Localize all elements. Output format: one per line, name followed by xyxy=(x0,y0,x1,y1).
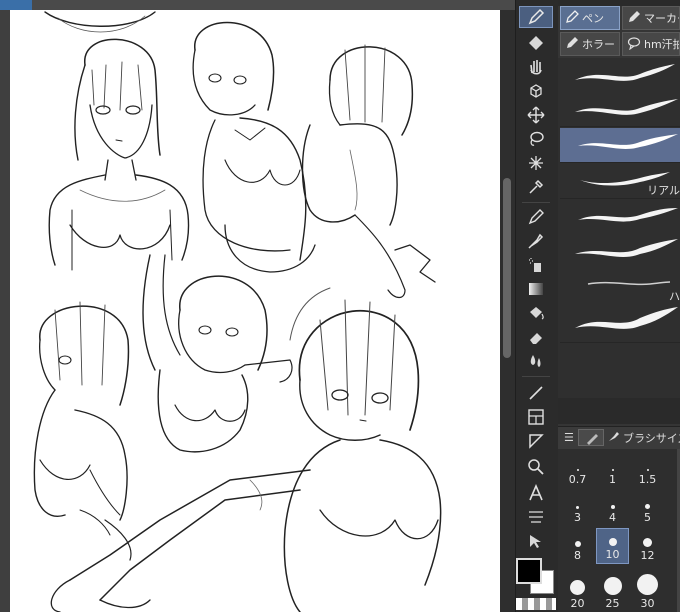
operation-icon[interactable] xyxy=(519,530,553,552)
subtool-tab-horror[interactable]: ホラー xyxy=(560,32,620,56)
brush-stroke-preview xyxy=(575,239,678,257)
brush-icon[interactable] xyxy=(519,230,553,252)
brush-list-footer xyxy=(558,398,680,424)
brush-stroke-preview xyxy=(578,208,678,222)
size-option[interactable]: 1 xyxy=(596,452,629,488)
lasso-icon[interactable] xyxy=(519,128,553,150)
drawing-canvas[interactable] xyxy=(10,10,500,612)
blend-icon[interactable] xyxy=(519,350,553,372)
ruler-icon[interactable] xyxy=(519,430,553,452)
frame-icon[interactable] xyxy=(519,406,553,428)
brush-item[interactable] xyxy=(560,92,680,127)
object-select-icon[interactable] xyxy=(519,80,553,102)
brush-item[interactable] xyxy=(560,302,680,343)
text-icon[interactable] xyxy=(519,482,553,504)
size-option[interactable]: 1.5 xyxy=(631,452,664,488)
brush-name: リアル xyxy=(647,184,680,197)
brush-stroke-preview xyxy=(575,64,675,81)
airbrush-icon[interactable] xyxy=(519,254,553,276)
pen-nib-icon[interactable] xyxy=(519,206,553,228)
brush-item-selected[interactable] xyxy=(560,128,680,163)
brush-stroke-preview xyxy=(575,307,678,329)
size-option[interactable]: 8 xyxy=(561,528,594,564)
size-option[interactable]: 20 xyxy=(561,566,594,612)
size-dot xyxy=(643,538,652,547)
speech-bubble-icon xyxy=(627,36,641,53)
correct-line-icon[interactable] xyxy=(519,506,553,528)
size-dot xyxy=(603,577,622,595)
panel-tab-brush-size[interactable]: ブラシサイズ xyxy=(606,429,680,446)
magic-wand-icon[interactable] xyxy=(519,152,553,174)
main-color-swatch[interactable] xyxy=(516,558,542,584)
panel-tab-brush[interactable] xyxy=(578,429,604,446)
transparent-color-swatch[interactable] xyxy=(516,598,556,610)
brush-size-title: ブラシサイズ xyxy=(623,431,680,445)
brush-size-icon xyxy=(606,429,620,446)
brush-item[interactable]: リアル xyxy=(560,164,680,199)
size-option[interactable]: 3 xyxy=(561,490,594,526)
pen-tool-icon[interactable] xyxy=(519,6,553,28)
toolbar-separator xyxy=(522,202,550,203)
brush-item[interactable] xyxy=(560,234,680,269)
brush-stroke-preview xyxy=(575,99,678,115)
size-option[interactable]: 4 xyxy=(596,490,629,526)
move-icon[interactable] xyxy=(519,104,553,126)
fill-tool-icon[interactable] xyxy=(519,32,553,54)
size-option[interactable]: 25 xyxy=(596,566,629,612)
toolbar-separator xyxy=(522,376,550,377)
brush-item[interactable]: ハ xyxy=(560,268,680,303)
marker-icon xyxy=(627,10,641,27)
size-dot xyxy=(611,469,614,471)
size-dot xyxy=(576,469,579,471)
size-option[interactable]: 12 xyxy=(631,528,664,564)
subtool-tab-pen[interactable]: ペン xyxy=(560,6,620,30)
size-option-selected[interactable]: 10 xyxy=(596,528,629,564)
size-dot xyxy=(574,541,581,547)
size-dot xyxy=(608,538,617,546)
canvas-tab-strip xyxy=(0,0,515,10)
size-option[interactable]: 30 xyxy=(631,566,664,612)
size-dot xyxy=(576,506,579,509)
subtool-tab-sweat[interactable]: hm汗拍 xyxy=(622,32,680,56)
eraser-icon[interactable] xyxy=(519,326,553,348)
size-option[interactable]: 0.7 xyxy=(561,452,594,488)
line-icon[interactable] xyxy=(519,382,553,404)
zoom-icon[interactable] xyxy=(519,456,553,478)
brush-icon xyxy=(587,434,598,445)
brush-stroke-preview xyxy=(587,281,671,286)
eyedropper-icon[interactable] xyxy=(519,176,553,198)
menu-icon[interactable]: ☰ xyxy=(564,432,574,443)
canvas-scroll-thumb[interactable] xyxy=(503,178,511,358)
sketch-artwork xyxy=(33,11,442,612)
brush-item[interactable] xyxy=(560,58,680,93)
fill-bucket-icon[interactable] xyxy=(519,302,553,324)
size-dot xyxy=(637,574,658,595)
canvas-tab[interactable] xyxy=(0,0,32,10)
brush-item[interactable] xyxy=(560,200,680,235)
subtool-tab-marker[interactable]: マーカー xyxy=(622,6,680,30)
size-dot xyxy=(610,505,615,509)
pen-icon xyxy=(565,9,579,27)
gradient-icon[interactable] xyxy=(519,278,553,300)
brush-stroke-preview xyxy=(578,134,678,149)
size-option[interactable]: 5 xyxy=(631,490,664,526)
pen-icon xyxy=(565,36,579,53)
hand-icon[interactable] xyxy=(519,56,553,78)
size-dot xyxy=(645,504,650,509)
size-dot xyxy=(570,580,585,595)
size-dot xyxy=(646,469,649,471)
